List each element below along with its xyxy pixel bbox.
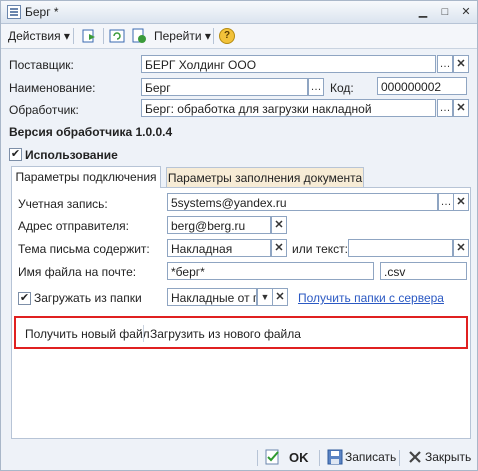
usage-checkbox[interactable]: ✔ — [9, 148, 22, 161]
footer-separator — [257, 450, 258, 466]
close-window-button[interactable]: ✕ — [458, 5, 474, 19]
save-icon — [327, 449, 343, 465]
folder-dropdown-button[interactable]: ▼ — [257, 288, 273, 306]
footer-separator — [399, 450, 400, 466]
sender-label: Адрес отправителя: — [18, 219, 129, 233]
title-bar[interactable]: Берг * ▁ □ ✕ — [1, 1, 477, 24]
account-select-button[interactable]: … — [438, 193, 454, 211]
subject-label: Тема письма содержит: — [18, 242, 150, 256]
account-clear-button[interactable]: ✕ — [453, 193, 469, 211]
account-field[interactable]: 5systems@yandex.ru — [167, 193, 438, 211]
goto-menu[interactable]: Перейти ▾ — [154, 29, 211, 43]
folder-checkbox[interactable]: ✔ — [18, 292, 31, 305]
name-select-button[interactable]: … — [308, 78, 324, 96]
supplier-label: Поставщик: — [9, 58, 74, 72]
get-folders-link[interactable]: Получить папки с сервера — [298, 291, 444, 305]
save-button[interactable]: Записать — [345, 450, 396, 464]
form-icon — [7, 5, 21, 19]
code-label: Код: — [330, 81, 354, 95]
maximize-button[interactable]: □ — [437, 5, 453, 19]
close-icon — [407, 449, 423, 465]
folder-label: Загружать из папки — [34, 291, 142, 305]
or-text-field[interactable] — [348, 239, 453, 257]
name-label: Наименование: — [9, 81, 96, 95]
close-button[interactable]: Закрыть — [425, 450, 471, 464]
or-text-label: или текст: — [292, 242, 348, 256]
toolbar: Действия ▾ Перейти ▾ ? — [1, 24, 477, 49]
toolbar-separator — [213, 28, 214, 44]
handler-field[interactable]: Берг: обработка для загрузки накладной — [141, 99, 436, 117]
filename-field[interactable]: *берг* — [167, 262, 374, 280]
filename-label: Имя файла на почте: — [18, 265, 137, 279]
actions-menu[interactable]: Действия ▾ — [8, 29, 70, 43]
get-new-file-button[interactable]: Получить новый файл — [25, 327, 150, 341]
handler-clear-button[interactable]: ✕ — [453, 99, 469, 117]
toolbar-separator — [103, 28, 104, 44]
name-field[interactable]: Берг — [141, 78, 308, 96]
ok-icon — [265, 449, 281, 465]
goto-label: Перейти — [154, 29, 202, 43]
sender-field[interactable]: berg@berg.ru — [167, 216, 271, 234]
supplier-clear-button[interactable]: ✕ — [453, 55, 469, 73]
sender-clear-button[interactable]: ✕ — [271, 216, 287, 234]
code-field[interactable]: 000000002 — [377, 77, 467, 95]
load-from-new-file-button[interactable]: Загрузить из нового файла — [150, 327, 301, 341]
footer-separator — [319, 450, 320, 466]
usage-label: Использование — [25, 148, 118, 162]
command-separator — [143, 325, 144, 342]
handler-select-button[interactable]: … — [437, 99, 453, 117]
toolbar-separator — [73, 28, 74, 44]
tab-document-fill[interactable]: Параметры заполнения документа — [166, 167, 364, 187]
version-label: Версия обработчика 1.0.0.4 — [9, 125, 173, 139]
actions-label: Действия — [8, 29, 61, 43]
minimize-button[interactable]: ▁ — [415, 5, 431, 19]
subject-field[interactable]: Накладная — [167, 239, 271, 257]
supplier-select-button[interactable]: … — [437, 55, 453, 73]
refresh-icon[interactable] — [109, 28, 125, 44]
ok-button[interactable]: OK — [289, 450, 309, 465]
or-text-clear-button[interactable]: ✕ — [453, 239, 469, 257]
extension-field[interactable]: .csv — [380, 262, 467, 280]
folder-clear-button[interactable]: ✕ — [272, 288, 288, 306]
copy-doc-icon[interactable] — [131, 28, 147, 44]
form-window: Берг * ▁ □ ✕ Действия ▾ Перейти ▾ ? Пост… — [0, 0, 478, 471]
folder-field[interactable]: Накладные от по — [167, 288, 257, 306]
window-title: Берг * — [25, 5, 59, 19]
commands-bar: Получить новый файл Загрузить из нового … — [14, 316, 468, 349]
account-label: Учетная запись: — [18, 197, 108, 211]
tab-connection[interactable]: Параметры подключения — [11, 166, 161, 188]
handler-label: Обработчик: — [9, 103, 79, 117]
help-icon[interactable]: ? — [219, 28, 235, 44]
post-icon[interactable] — [81, 28, 97, 44]
supplier-field[interactable]: БЕРГ Холдинг ООО — [141, 55, 436, 73]
subject-clear-button[interactable]: ✕ — [271, 239, 287, 257]
footer-bar: OK Записать Закрыть — [1, 445, 477, 470]
